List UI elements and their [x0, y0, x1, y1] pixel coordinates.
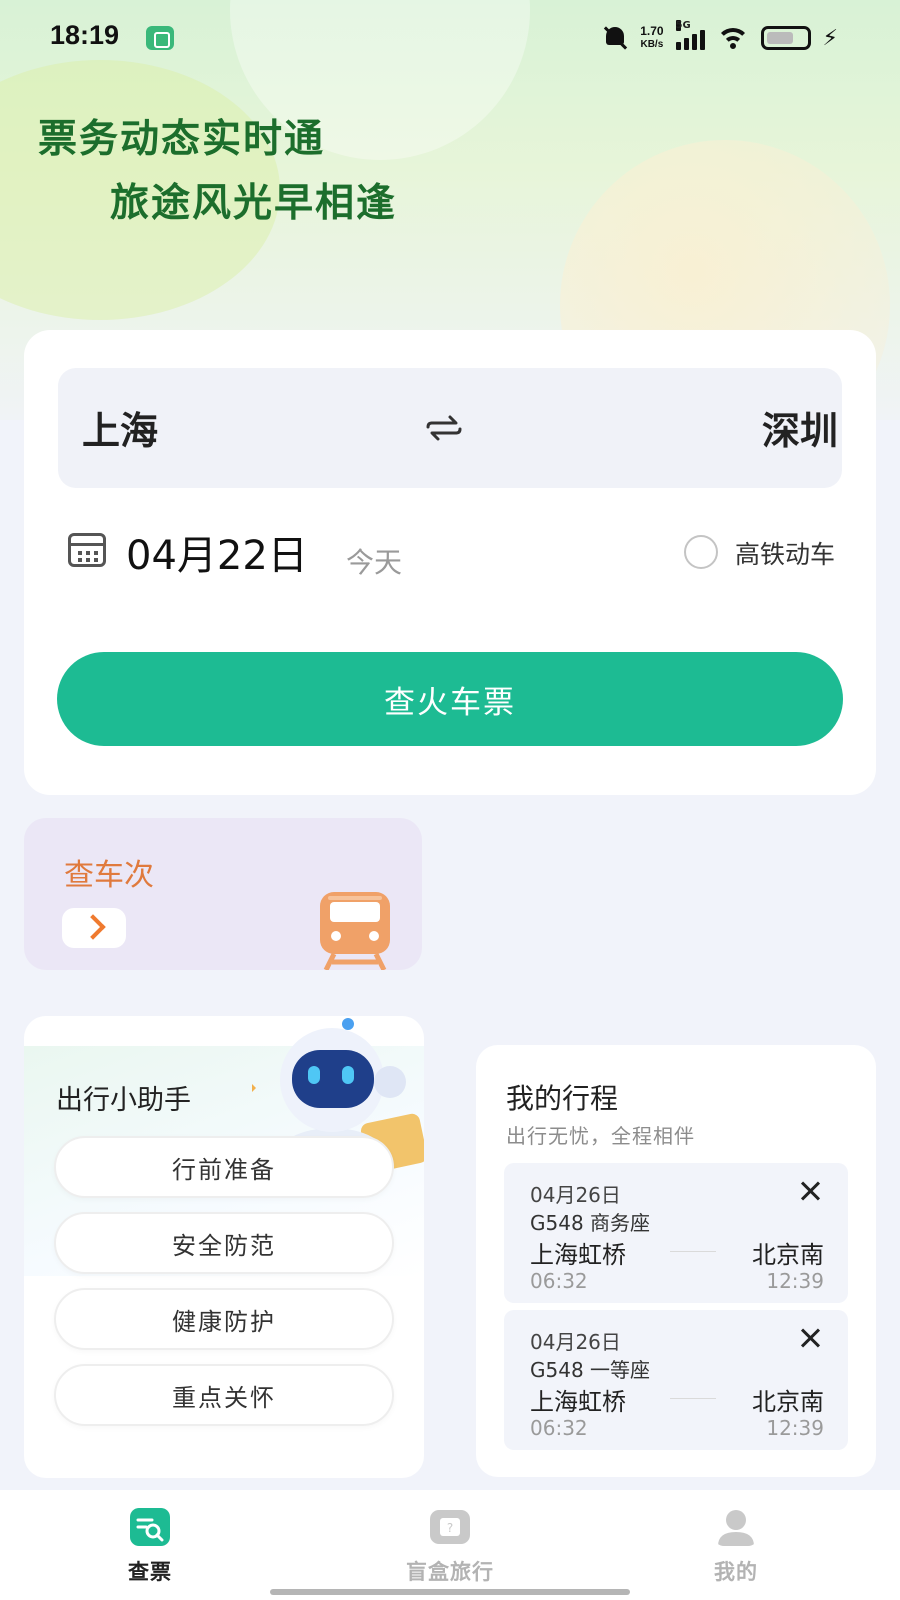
trip-depart-time: 06:32	[530, 1269, 588, 1293]
trips-title: 我的行程	[506, 1082, 619, 1115]
trip-depart-time: 06:32	[530, 1416, 588, 1440]
trip-train: G548 一等座	[530, 1358, 651, 1382]
trip-to: 北京南	[752, 1241, 824, 1269]
signal-icon: 5G	[675, 20, 705, 50]
trip-to: 北京南	[752, 1388, 824, 1416]
train-number-search-card[interactable]: 查车次	[24, 818, 422, 970]
trip-arrive-time: 12:39	[766, 1269, 824, 1293]
nav-tab-tickets[interactable]: 查票	[50, 1490, 250, 1590]
status-bar: 18:19 1.70 KB/s 5G ⚡	[0, 18, 900, 58]
nav-label-tickets: 查票	[128, 1560, 172, 1584]
train-icon	[320, 892, 390, 970]
assistant-button-pre-trip[interactable]: 行前准备	[54, 1136, 394, 1198]
bell-off-icon	[602, 25, 628, 51]
swap-stations-icon[interactable]	[424, 408, 464, 448]
hsr-only-radio[interactable]	[684, 535, 718, 569]
train-number-title: 查车次	[64, 858, 154, 893]
gift-box-icon: ?	[430, 1510, 470, 1544]
travel-assistant-card: 出行小助手 行前准备 安全防范 健康防护 重点关怀	[24, 1016, 424, 1478]
assistant-title: 出行小助手	[56, 1085, 191, 1116]
search-tickets-button[interactable]: 查火车票	[57, 652, 843, 746]
date-selector[interactable]: 04月22日 今天 高铁动车	[68, 515, 848, 585]
calendar-icon	[68, 533, 106, 567]
slogan-line-2: 旅途风光早相逢	[110, 181, 398, 226]
status-time: 18:19	[50, 20, 120, 50]
close-icon[interactable]	[798, 1179, 822, 1203]
nav-tab-profile[interactable]: 我的	[636, 1490, 836, 1590]
from-station[interactable]: 上海	[82, 400, 158, 455]
trip-item[interactable]: 04月26日 G548 商务座 上海虹桥 北京南 06:32 12:39	[504, 1163, 848, 1303]
wifi-icon	[716, 26, 749, 50]
chevron-right-icon[interactable]	[62, 908, 126, 948]
bottom-navigation: 查票 ? 盲盒旅行 我的	[0, 1490, 900, 1600]
net-speed: 1.70 KB/s	[640, 24, 664, 51]
date-hint: 今天	[346, 546, 403, 579]
charging-icon: ⚡	[822, 25, 838, 51]
hsr-only-label[interactable]: 高铁动车	[735, 535, 835, 571]
assistant-button-health[interactable]: 健康防护	[54, 1288, 394, 1350]
slogan-line-1: 票务动态实时通	[38, 117, 326, 162]
trip-route-line	[670, 1398, 716, 1399]
trip-item[interactable]: 04月26日 G548 一等座 上海虹桥 北京南 06:32 12:39	[504, 1310, 848, 1450]
my-trips-card: 我的行程 出行无忧，全程相伴 04月26日 G548 商务座 上海虹桥 北京南 …	[476, 1045, 876, 1477]
nav-label-blind-box: 盲盒旅行	[406, 1560, 494, 1584]
trip-train: G548 商务座	[530, 1211, 651, 1235]
user-icon	[718, 1510, 754, 1546]
app-notification-icon	[146, 26, 174, 50]
ticket-search-icon	[130, 1508, 170, 1546]
trip-route-line	[670, 1251, 716, 1252]
trip-from: 上海虹桥	[530, 1388, 626, 1416]
station-selector: 上海 深圳	[58, 368, 842, 488]
trip-from: 上海虹桥	[530, 1241, 626, 1269]
to-station[interactable]: 深圳	[762, 400, 838, 455]
battery-icon	[760, 26, 811, 50]
nav-tab-blind-box[interactable]: ? 盲盒旅行	[350, 1490, 550, 1590]
trip-date: 04月26日	[530, 1330, 621, 1354]
departure-date[interactable]: 04月22日	[126, 523, 308, 581]
trip-date: 04月26日	[530, 1183, 621, 1207]
ticket-search-card: 上海 深圳 04月22日 今天 高铁动车 查火车票	[24, 330, 876, 795]
trips-subtitle: 出行无忧，全程相伴	[506, 1124, 695, 1148]
assistant-button-special-care[interactable]: 重点关怀	[54, 1364, 394, 1426]
svg-text:?: ?	[447, 1521, 453, 1535]
nav-label-profile: 我的	[714, 1560, 758, 1584]
trip-arrive-time: 12:39	[766, 1416, 824, 1440]
close-icon[interactable]	[798, 1326, 822, 1350]
assistant-button-safety[interactable]: 安全防范	[54, 1212, 394, 1274]
home-indicator[interactable]	[270, 1589, 630, 1595]
